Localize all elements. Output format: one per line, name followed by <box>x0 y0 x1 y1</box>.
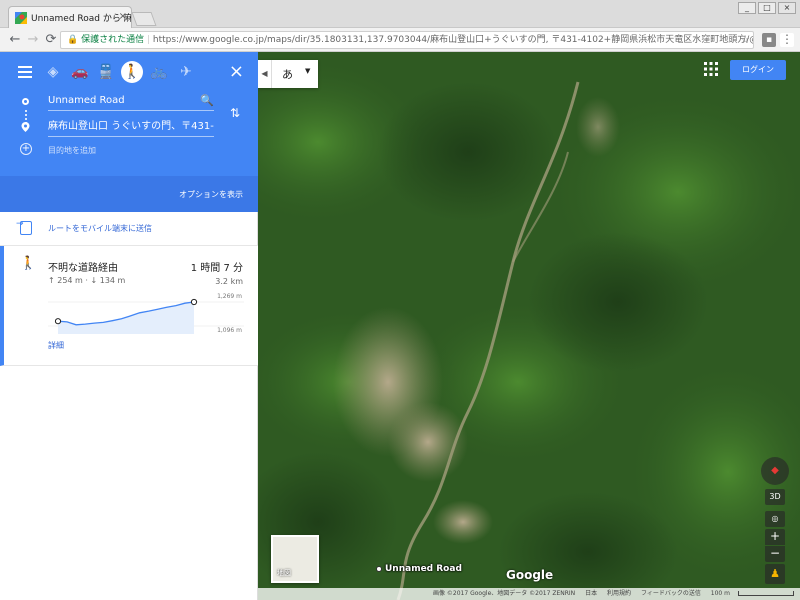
ascent-value: ↑ 254 m <box>48 276 83 285</box>
input-tool-button[interactable]: ◀ あ ▼ <box>258 60 318 88</box>
elevation-profile-chart: 1,269 m 1,096 m <box>48 290 244 334</box>
compass-icon[interactable]: ◆ <box>761 457 789 485</box>
close-window-button[interactable]: × <box>778 2 796 14</box>
road-label-text: Unnamed Road <box>385 564 462 574</box>
satellite-imagery <box>258 52 800 600</box>
apps-grid-icon[interactable] <box>704 62 718 76</box>
close-directions-icon[interactable]: × <box>229 61 244 83</box>
options-bar: オプションを表示 <box>0 176 258 212</box>
route-card[interactable]: 🚶 不明な道路経由 1 時間 7 分 ↑ 254 m · ↓ 134 m 3.2… <box>0 246 258 366</box>
directions-panel: ◈ 🚗 🚆 🚶 🚲 ✈ × Unnamed Road 🔍 麻布山登山口 うぐいす… <box>0 52 258 600</box>
address-bar[interactable]: 🔒 保護された通信 | https://www.google.co.jp/map… <box>60 31 754 49</box>
route-via: 不明な道路経由 <box>48 263 118 274</box>
secure-label: 保護された通信 <box>81 35 145 45</box>
region-link[interactable]: 日本 <box>585 590 597 597</box>
elevation-min-label: 1,096 m <box>217 327 242 334</box>
reload-icon[interactable]: ⟳ <box>42 31 60 49</box>
elevation-max-label: 1,269 m <box>217 293 242 300</box>
feedback-link[interactable]: フィードバックの送信 <box>641 590 701 597</box>
elevation-end-marker <box>190 298 198 306</box>
compass-needle-icon: ◆ <box>771 465 779 476</box>
route-distance: 3.2 km <box>215 277 243 286</box>
destination-pin-icon <box>21 122 30 132</box>
scale-label: 100 m <box>710 590 730 597</box>
browser-titlebar: Unnamed Road から 麻布山 × _ □ × <box>0 0 800 28</box>
send-to-mobile-row[interactable]: ルートをモバイル端末に送信 <box>0 212 258 246</box>
destination-field[interactable]: 麻布山登山口 うぐいすの門、〒431-4102 <box>48 117 214 137</box>
send-to-device-icon <box>16 219 32 235</box>
tab-title: Unnamed Road から 麻布山 <box>31 14 132 24</box>
search-icon[interactable]: 🔍 <box>200 91 214 110</box>
browser-toolbar: ← → ⟳ 🔒 保護された通信 | https://www.google.co.… <box>0 28 800 52</box>
chevron-down-icon: ▼ <box>305 67 311 75</box>
scale-bar <box>738 591 794 596</box>
collapse-panel-icon[interactable]: ◀ <box>258 60 272 88</box>
new-tab-button[interactable] <box>131 12 157 26</box>
attribution-text: 画像 ©2017 Google、地図データ ©2017 ZENRIN <box>433 590 576 597</box>
zoom-out-button[interactable]: − <box>765 546 785 562</box>
minimize-button[interactable]: _ <box>738 2 756 14</box>
flight-icon[interactable]: ✈ <box>175 61 197 83</box>
browser-menu-icon[interactable]: ⋮ <box>780 33 794 47</box>
forward-icon[interactable]: → <box>24 31 42 49</box>
elevation-start-marker <box>54 318 62 325</box>
origin-text: Unnamed Road <box>48 95 125 106</box>
login-button[interactable]: ログイン <box>730 60 786 80</box>
road-label: Unnamed Road <box>376 564 462 574</box>
send-to-mobile-label: ルートをモバイル端末に送信 <box>48 224 152 233</box>
elevation-summary: ↑ 254 m · ↓ 134 m <box>48 276 126 285</box>
terms-link[interactable]: 利用規約 <box>607 590 631 597</box>
map-type-label: 地図 <box>277 569 291 577</box>
bookmark-star-icon[interactable]: ☆ <box>740 32 750 48</box>
browser-tab[interactable]: Unnamed Road から 麻布山 × <box>8 6 132 28</box>
3d-button[interactable]: 3D <box>765 489 785 505</box>
destination-text: 麻布山登山口 うぐいすの門、〒431-4102 <box>48 121 214 132</box>
transit-icon[interactable]: 🚆 <box>95 61 117 83</box>
car-icon[interactable]: 🚗 <box>69 61 91 83</box>
best-route-icon[interactable]: ◈ <box>42 61 64 83</box>
origin-dot-icon <box>22 98 29 105</box>
add-destination-icon[interactable]: + <box>20 143 32 155</box>
swap-waypoints-icon[interactable]: ⇅ <box>230 106 240 120</box>
tab-close-icon[interactable]: × <box>119 11 127 22</box>
origin-field[interactable]: Unnamed Road 🔍 <box>48 91 214 111</box>
directions-header: ◈ 🚗 🚆 🚶 🚲 ✈ × Unnamed Road 🔍 麻布山登山口 うぐいす… <box>0 52 258 212</box>
walk-icon[interactable]: 🚶 <box>121 61 143 83</box>
add-destination-label[interactable]: 目的地を追加 <box>48 145 96 156</box>
menu-icon[interactable] <box>18 66 32 78</box>
route-duration: 1 時間 7 分 <box>190 263 243 274</box>
zoom-in-button[interactable]: + <box>765 529 785 545</box>
road-marker-icon <box>376 565 382 572</box>
lock-icon: 🔒 <box>67 35 82 45</box>
bicycle-icon[interactable]: 🚲 <box>148 61 170 83</box>
maximize-button[interactable]: □ <box>758 2 776 14</box>
map-type-toggle[interactable]: 地図 <box>271 535 319 583</box>
map-footer: 画像 ©2017 Google、地図データ ©2017 ZENRIN 日本 利用… <box>258 588 800 600</box>
back-icon[interactable]: ← <box>6 31 24 49</box>
url-text: https://www.google.co.jp/maps/dir/35.180… <box>152 35 753 45</box>
input-tool-label: あ <box>282 68 293 81</box>
walking-person-icon: 🚶 <box>20 256 37 271</box>
extension-icon[interactable]: ▪ <box>762 33 776 47</box>
satellite-map[interactable]: ◀ あ ▼ ログイン 地図 Unnamed Road Google ◆ 3D ◎… <box>258 52 800 600</box>
my-location-icon[interactable]: ◎ <box>765 511 785 527</box>
google-logo: Google <box>506 568 554 582</box>
url-separator: | <box>146 35 151 45</box>
maps-favicon-icon <box>15 12 27 24</box>
descent-value: ↓ 134 m <box>90 276 126 285</box>
travel-mode-row: ◈ 🚗 🚆 🚶 🚲 ✈ × <box>0 52 258 90</box>
show-options-button[interactable]: オプションを表示 <box>179 189 243 200</box>
details-link[interactable]: 詳細 <box>48 340 64 351</box>
pegman-icon[interactable]: ♟ <box>765 564 785 584</box>
